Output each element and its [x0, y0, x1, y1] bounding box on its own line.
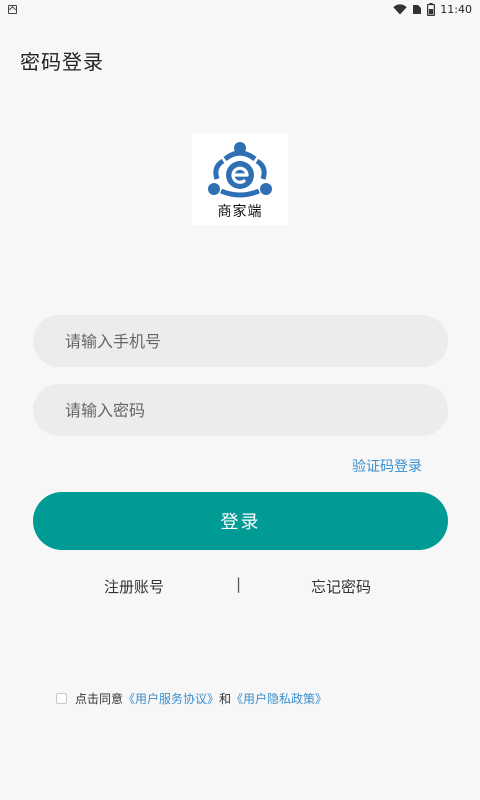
agreement-checkbox[interactable]	[56, 693, 67, 704]
links-divider: |	[236, 575, 242, 593]
status-time: 11:40	[440, 2, 472, 16]
status-bar: 11:40	[0, 0, 480, 18]
agreement-prefix: 点击同意	[75, 692, 124, 706]
page-title: 密码登录	[20, 50, 104, 74]
forgot-password-link[interactable]: 忘记密码	[311, 576, 371, 597]
wifi-icon	[393, 3, 407, 14]
agreement-and: 和	[219, 692, 232, 706]
account-links: 注册账号 | 忘记密码	[0, 575, 480, 597]
app-logo: 商家端	[192, 133, 288, 225]
logo-icon	[208, 142, 272, 198]
status-right: 11:40	[393, 2, 472, 16]
password-input[interactable]	[33, 384, 448, 436]
agreement-row: 点击同意 《用户服务协议》 和 《用户隐私政策》	[56, 690, 327, 707]
phone-input[interactable]	[33, 315, 448, 367]
user-agreement-link[interactable]: 《用户服务协议》	[123, 690, 219, 707]
notification-icon	[8, 4, 17, 14]
battery-icon	[427, 2, 436, 16]
sim-icon	[413, 4, 422, 14]
status-left	[8, 4, 17, 14]
logo-caption: 商家端	[217, 204, 263, 220]
login-button[interactable]: 登录	[33, 492, 448, 550]
register-link[interactable]: 注册账号	[104, 576, 164, 597]
privacy-policy-link[interactable]: 《用户隐私政策》	[231, 690, 327, 707]
sms-login-link[interactable]: 验证码登录	[352, 456, 422, 476]
